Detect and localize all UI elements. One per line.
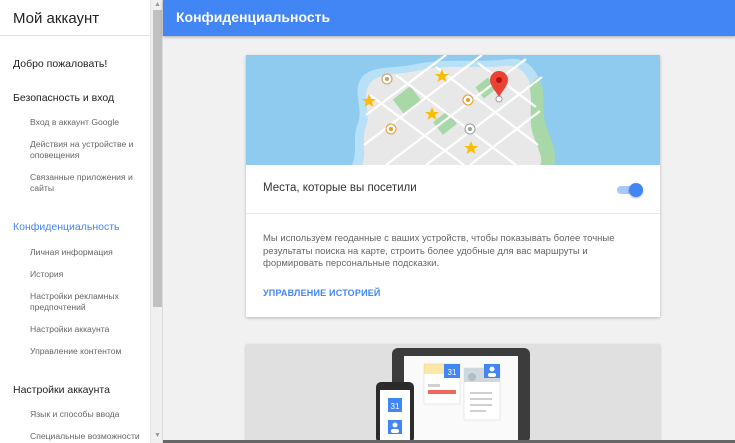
page-title: Конфиденциальность xyxy=(176,9,331,25)
scroll-up-icon[interactable]: ▲ xyxy=(153,1,162,9)
sidebar-subitem-connected-apps[interactable]: Связанные приложения и сайты xyxy=(30,172,148,194)
sidebar-subitem-personal-info[interactable]: Личная информация xyxy=(30,247,148,258)
sidebar-subitem-history[interactable]: История xyxy=(30,269,148,280)
places-visited-row[interactable]: Места, которые вы посетили xyxy=(246,165,660,214)
sidebar: Мой аккаунт Добро пожаловать! Безопаснос… xyxy=(0,0,163,443)
phone-calendar-day: 31 xyxy=(391,402,400,411)
toggle-knob xyxy=(629,183,643,197)
sidebar-subitem-signin[interactable]: Вход в аккаунт Google xyxy=(30,117,148,128)
map-image xyxy=(246,55,660,165)
places-visited-label: Места, которые вы посетили xyxy=(263,182,417,194)
scroll-down-icon[interactable]: ▼ xyxy=(153,432,162,440)
tablet-calendar-day: 31 xyxy=(448,368,457,377)
top-app-bar: Конфиденциальность xyxy=(163,0,735,36)
sidebar-subitem-accessibility[interactable]: Специальные возможности xyxy=(30,431,148,442)
sidebar-item-security[interactable]: Безопасность и вход xyxy=(13,92,114,104)
sidebar-item-account-settings[interactable]: Настройки аккаунта xyxy=(13,384,110,396)
map-illustration xyxy=(246,55,660,165)
sidebar-subitem-account-settings[interactable]: Настройки аккаунта xyxy=(30,324,148,335)
sidebar-subitem-ad-settings[interactable]: Настройки рекламных предпочтений xyxy=(30,291,148,313)
sidebar-subitem-language[interactable]: Язык и способы ввода xyxy=(30,409,148,420)
sidebar-title: Мой аккаунт xyxy=(0,0,162,36)
places-visited-toggle[interactable] xyxy=(617,183,643,197)
sidebar-subitem-content-control[interactable]: Управление контентом xyxy=(30,346,148,357)
devices-illustration: 31 31 xyxy=(376,348,530,443)
sidebar-scrollbar[interactable]: ▲ ▼ xyxy=(150,0,162,443)
scrollbar-thumb[interactable] xyxy=(153,10,162,307)
devices-card: 31 31 xyxy=(246,344,660,443)
sidebar-item-privacy[interactable]: Конфиденциальность xyxy=(13,221,120,233)
location-history-card: Места, которые вы посетили Мы используем… xyxy=(246,55,660,317)
manage-history-link[interactable]: УПРАВЛЕНИЕ ИСТОРИЕЙ xyxy=(263,288,381,298)
sidebar-subitem-device-activity[interactable]: Действия на устройстве и оповещения xyxy=(30,139,148,161)
location-description: Мы используем геоданные с ваших устройст… xyxy=(263,233,615,269)
sidebar-item-welcome[interactable]: Добро пожаловать! xyxy=(13,58,107,70)
